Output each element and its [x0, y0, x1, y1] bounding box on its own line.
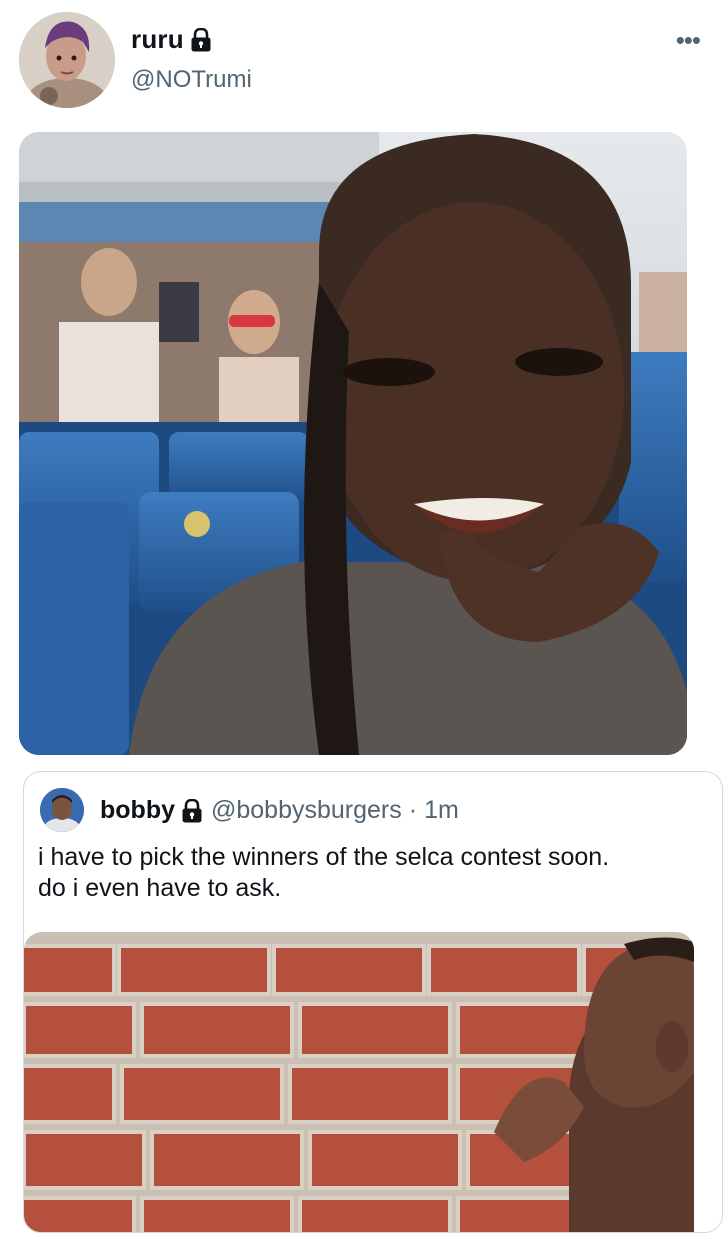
quoted-author-handle[interactable]: @bobbysburgers — [211, 796, 402, 825]
author-display-name[interactable]: ruru — [131, 24, 212, 55]
quoted-text-line-2: do i even have to ask. — [38, 874, 282, 902]
quoted-timestamp[interactable]: 1m — [424, 796, 459, 825]
author-name-text[interactable]: ruru — [131, 24, 184, 55]
author-handle[interactable]: @NOTrumi — [131, 66, 252, 94]
quoted-tweet-photo[interactable] — [24, 932, 694, 1232]
quoted-author-name[interactable]: bobby — [100, 796, 175, 825]
lock-icon — [190, 27, 212, 52]
quoted-text-line-1: i have to pick the winners of the selca … — [38, 843, 610, 871]
separator-dot: · — [408, 796, 418, 824]
tweet-photo[interactable] — [19, 132, 687, 755]
lock-icon — [181, 798, 203, 823]
more-options-icon[interactable]: ••• — [676, 27, 701, 53]
quoted-author-avatar[interactable] — [40, 788, 84, 832]
quoted-author-line: bobby @bobbysburgers · 1m — [100, 796, 459, 825]
author-avatar[interactable] — [19, 12, 115, 108]
quoted-tweet-text: i have to pick the winners of the selca … — [38, 842, 708, 904]
quoted-tweet-card[interactable]: bobby @bobbysburgers · 1m i have to pick… — [23, 771, 723, 1233]
